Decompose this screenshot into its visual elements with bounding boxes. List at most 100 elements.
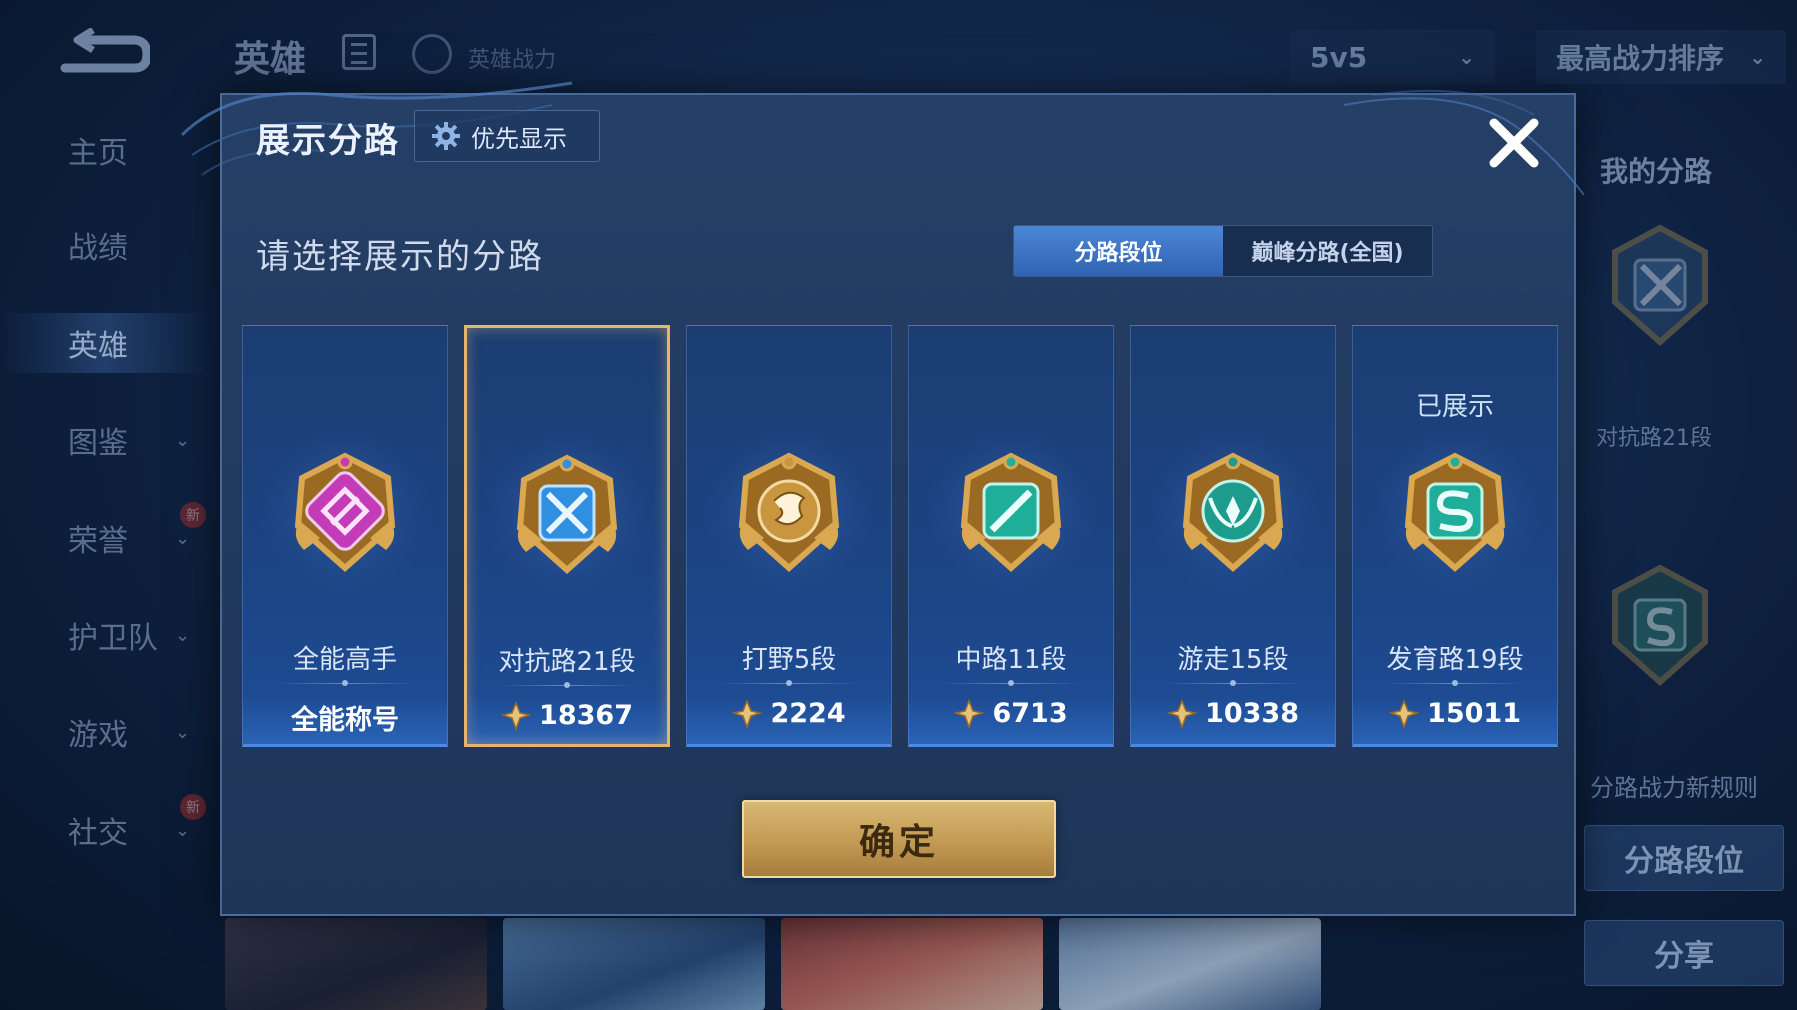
chevron-down-icon: ⌄	[1458, 45, 1475, 69]
priority-display-button[interactable]: 优先显示	[414, 110, 600, 162]
jungle-emblem-icon	[704, 426, 875, 596]
divider	[939, 680, 1084, 686]
sidebar-item[interactable]: 荣誉 ⌄ 新	[0, 502, 210, 568]
gear-icon	[432, 122, 460, 150]
priority-display-label: 优先显示	[471, 124, 567, 153]
power-icon	[954, 698, 985, 729]
power-icon	[1389, 698, 1420, 729]
tab-peak-lane[interactable]: 巅峰分路(全国)	[1223, 226, 1432, 276]
list-icon[interactable]	[342, 34, 376, 70]
sidebar-item[interactable]: 社交 ⌄ 新	[0, 794, 210, 860]
new-badge: 新	[180, 502, 206, 528]
chevron-down-icon: ⌄	[1749, 45, 1766, 69]
sidebar-item-label: 图鉴	[68, 426, 128, 461]
helmet-icon[interactable]	[412, 34, 452, 74]
divider	[717, 680, 862, 686]
lane-power: 15011	[1353, 698, 1557, 729]
divider	[1161, 680, 1306, 686]
mid-lane-emblem-icon	[926, 426, 1097, 596]
lane-power: 10338	[1131, 698, 1335, 729]
my-lane-label: 对抗路21段	[1596, 426, 1712, 451]
chevron-down-icon: ⌄	[175, 624, 191, 646]
sidebar-item[interactable]: 主页	[0, 120, 210, 180]
sort-select[interactable]: 最高战力排序 ⌄	[1536, 30, 1786, 84]
close-icon	[1489, 118, 1539, 168]
chevron-down-icon: ⌄	[175, 527, 191, 549]
confirm-button[interactable]: 确定	[742, 800, 1056, 878]
sidebar-item[interactable]: 护卫队 ⌄	[0, 605, 210, 665]
hero-card[interactable]	[503, 918, 765, 1010]
hero-card[interactable]	[225, 918, 487, 1010]
lane-card[interactable]: 游走15段 10338	[1130, 325, 1337, 747]
lane-power-value: 6713	[992, 698, 1068, 729]
sidebar-item[interactable]: 游戏 ⌄	[0, 702, 210, 762]
power-icon	[1167, 698, 1198, 729]
new-badge: 新	[180, 794, 206, 820]
mode-select[interactable]: 5v5 ⌄	[1290, 30, 1495, 84]
lane-rank-button[interactable]: 分路段位	[1584, 825, 1784, 891]
chevron-down-icon: ⌄	[175, 429, 191, 451]
lane-name: 打野5段	[741, 645, 837, 675]
divider	[273, 680, 417, 686]
sidebar-item-label: 社交	[68, 816, 128, 851]
shown-tag: 已展示	[1416, 392, 1495, 422]
lane-title-label: 全能称号	[243, 698, 447, 737]
lane-name: 游走15段	[1177, 645, 1289, 675]
dialog-subtitle: 请选择展示的分路	[256, 237, 544, 277]
lane-card[interactable]: 打野5段 2224	[686, 325, 893, 747]
hero-card[interactable]	[1059, 918, 1321, 1010]
lane-card[interactable]: 对抗路21段 18367	[464, 325, 671, 747]
lane-title-value: 全能称号	[291, 705, 399, 736]
lane-card[interactable]: 已展示 发育路19段 15011	[1352, 325, 1559, 747]
lane-power: 2224	[687, 698, 891, 729]
mode-select-value: 5v5	[1310, 40, 1368, 74]
close-button[interactable]	[1484, 113, 1544, 173]
farm-lane-emblem-icon	[1612, 564, 1708, 687]
share-button[interactable]: 分享	[1584, 920, 1784, 986]
chevron-down-icon: ⌄	[175, 721, 191, 743]
farm-lane-emblem-icon	[1370, 426, 1541, 596]
sidebar-item-label: 荣誉	[68, 524, 128, 559]
clash-lane-emblem-icon	[1612, 224, 1708, 347]
lane-power-value: 10338	[1205, 698, 1299, 729]
sidebar-item-label: 战绩	[68, 231, 128, 266]
tab-lane-rank[interactable]: 分路段位	[1014, 226, 1223, 276]
lane-card[interactable]: 全能高手 全能称号	[242, 325, 448, 747]
lane-power: 6713	[909, 698, 1113, 729]
lane-name: 全能高手	[292, 645, 397, 675]
all-round-emblem-icon	[260, 426, 430, 596]
power-icon	[732, 698, 763, 729]
sidebar-item-label: 护卫队	[68, 621, 158, 656]
sidebar-item[interactable]: 图鉴 ⌄	[0, 410, 210, 470]
lane-name: 发育路19段	[1386, 645, 1524, 675]
back-arrow-icon[interactable]	[55, 28, 150, 80]
lane-card[interactable]: 中路11段 6713	[908, 325, 1115, 747]
my-lane-title: 我的分路	[1600, 155, 1713, 188]
lane-power-value: 18367	[539, 700, 633, 731]
lane-tabs: 分路段位 巅峰分路(全国)	[1013, 225, 1433, 277]
sidebar-item-label: 游戏	[68, 718, 128, 753]
sort-select-value: 最高战力排序	[1556, 42, 1725, 75]
lane-card-row: 全能高手全能称号 对抗路21段 18367 打野5段 2224 中路11段 67…	[242, 325, 1559, 749]
lane-power-rule-link[interactable]: 分路战力新规则	[1590, 768, 1758, 803]
hero-power-label[interactable]: 英雄战力	[468, 42, 556, 74]
dialog-title: 展示分路	[256, 121, 400, 161]
decorative-swirl	[1343, 89, 1585, 196]
sidebar-item-label: 主页	[68, 136, 128, 171]
hero-card-strip	[225, 918, 1345, 1010]
lane-power-value: 2224	[770, 698, 846, 729]
lane-display-dialog: 展示分路 优先显示 请选择展示的分路 分路段位 巅峰分路(全国) 全能高手 全能…	[180, 81, 1585, 916]
clash-lane-emblem-icon	[482, 428, 653, 598]
lane-name: 对抗路21段	[498, 647, 636, 677]
power-icon	[501, 700, 532, 731]
lane-power: 18367	[467, 700, 667, 731]
roam-emblem-icon	[1148, 426, 1319, 596]
hero-card[interactable]	[781, 918, 1043, 1010]
chevron-down-icon: ⌄	[175, 819, 191, 841]
right-panel: 我的分路 对抗路21段 分路战力新规则 分路段位 分享	[1570, 120, 1797, 1000]
sidebar-item[interactable]: 英雄	[0, 313, 210, 373]
page-title: 英雄	[234, 39, 307, 80]
sidebar-item-label: 英雄	[68, 329, 128, 364]
divider	[497, 682, 638, 688]
sidebar-item[interactable]: 战绩	[0, 215, 210, 275]
